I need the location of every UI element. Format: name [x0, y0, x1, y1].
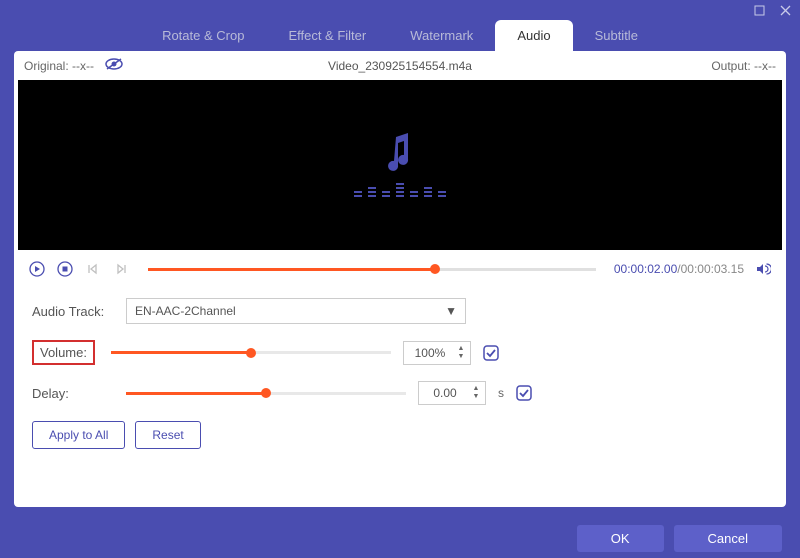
- playback-thumb[interactable]: [430, 264, 440, 274]
- volume-spinner[interactable]: 100% ▲ ▼: [403, 341, 471, 365]
- playback-progress[interactable]: [148, 268, 596, 271]
- reset-button[interactable]: Reset: [135, 421, 200, 449]
- delay-confirm-icon[interactable]: [516, 385, 532, 401]
- delay-unit: s: [498, 386, 504, 400]
- total-time: /00:00:03.15: [677, 262, 744, 276]
- tab-rotate-crop[interactable]: Rotate & Crop: [140, 20, 266, 51]
- volume-value: 100%: [408, 346, 452, 360]
- audio-visualizer-icon: [354, 133, 446, 197]
- tab-subtitle[interactable]: Subtitle: [573, 20, 660, 51]
- original-dimensions-label: Original: --x--: [24, 59, 94, 73]
- volume-confirm-icon[interactable]: [483, 345, 499, 361]
- volume-label: Volume:: [32, 340, 95, 365]
- audio-track-value: EN-AAC-2Channel: [135, 304, 236, 318]
- audio-track-select[interactable]: EN-AAC-2Channel ▼: [126, 298, 466, 324]
- preview-toggle-icon[interactable]: [104, 57, 124, 74]
- tab-effect-filter[interactable]: Effect & Filter: [266, 20, 388, 51]
- delay-value: 0.00: [423, 386, 467, 400]
- tab-watermark[interactable]: Watermark: [388, 20, 495, 51]
- volume-icon[interactable]: [754, 260, 772, 278]
- prev-frame-button[interactable]: [84, 260, 102, 278]
- video-preview: [18, 80, 782, 250]
- stop-button[interactable]: [56, 260, 74, 278]
- tab-audio[interactable]: Audio: [495, 20, 572, 51]
- delay-up-button[interactable]: ▲: [471, 385, 481, 393]
- volume-up-button[interactable]: ▲: [456, 345, 466, 353]
- current-time: 00:00:02.00: [614, 262, 677, 276]
- volume-down-button[interactable]: ▼: [456, 353, 466, 361]
- close-button[interactable]: [778, 3, 792, 17]
- delay-slider[interactable]: [126, 392, 406, 395]
- play-button[interactable]: [28, 260, 46, 278]
- cancel-button[interactable]: Cancel: [674, 525, 782, 552]
- next-frame-button[interactable]: [112, 260, 130, 278]
- tab-bar: Rotate & Crop Effect & Filter Watermark …: [0, 20, 800, 51]
- output-dimensions-label: Output: --x--: [711, 59, 776, 73]
- apply-to-all-button[interactable]: Apply to All: [32, 421, 125, 449]
- filename-label: Video_230925154554.m4a: [328, 59, 472, 73]
- audio-track-label: Audio Track:: [32, 304, 114, 319]
- delay-down-button[interactable]: ▼: [471, 393, 481, 401]
- delay-spinner[interactable]: 0.00 ▲ ▼: [418, 381, 486, 405]
- chevron-down-icon: ▼: [445, 304, 457, 318]
- delay-slider-thumb[interactable]: [261, 388, 271, 398]
- ok-button[interactable]: OK: [577, 525, 664, 552]
- volume-slider-thumb[interactable]: [246, 348, 256, 358]
- volume-slider[interactable]: [111, 351, 391, 354]
- delay-label: Delay:: [32, 386, 114, 401]
- maximize-button[interactable]: [752, 3, 766, 17]
